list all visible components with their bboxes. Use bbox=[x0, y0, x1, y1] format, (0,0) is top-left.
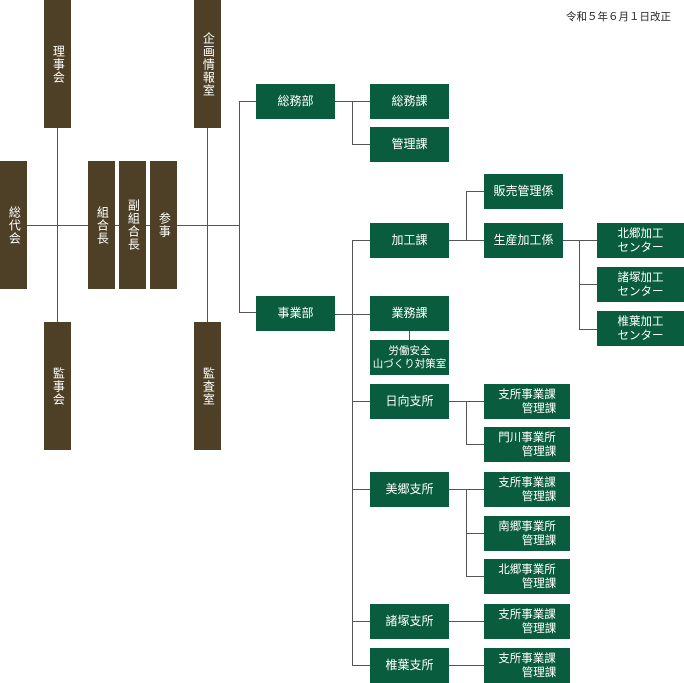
center-line2: センター bbox=[617, 327, 664, 342]
center-line1: 椎葉加工 bbox=[617, 314, 664, 329]
sub-line1: 支所事業課 bbox=[498, 651, 556, 666]
box-kansa: 監査室 bbox=[194, 322, 221, 450]
sub-line1: 門川事業所 bbox=[498, 430, 556, 445]
sub-line1: 北郷事業所 bbox=[498, 562, 556, 577]
center-line2: センター bbox=[617, 283, 664, 298]
sub-line1: 南郷事業所 bbox=[498, 519, 556, 534]
rodo-line1: 労働安全 bbox=[388, 345, 431, 358]
box-kanrika: 管理課 bbox=[370, 127, 449, 162]
sub-line1: 支所事業課 bbox=[498, 607, 556, 622]
sub-line2: 管理課 bbox=[521, 488, 557, 503]
box-hyuga-sub2: 門川事業所 管理課 bbox=[484, 427, 570, 462]
center-line1: 諸塚加工 bbox=[617, 270, 664, 285]
box-morotsuka: 諸塚支所 bbox=[370, 604, 449, 639]
box-morotsuka-sub1: 支所事業課 管理課 bbox=[484, 604, 570, 639]
box-gyomuka: 業務課 bbox=[370, 296, 449, 331]
box-center-hongo: 北郷加工 センター bbox=[597, 223, 684, 258]
box-center-morotsuka: 諸塚加工 センター bbox=[597, 267, 684, 302]
sub-line2: 管理課 bbox=[521, 443, 557, 458]
sub-line2: 管理課 bbox=[521, 400, 557, 415]
revision-date: 令和５年６月１日改正 bbox=[566, 11, 671, 23]
sub-line2: 管理課 bbox=[521, 575, 557, 590]
box-fukukumiaicho: 副組合長 bbox=[119, 161, 146, 289]
box-kikaku: 企画情報室 bbox=[194, 0, 221, 128]
box-misato-sub1: 支所事業課 管理課 bbox=[484, 472, 570, 507]
sub-line2: 管理課 bbox=[521, 532, 557, 547]
box-rodo-anzen: 労働安全 山づくり対策室 bbox=[370, 340, 449, 375]
box-sanji: 参事 bbox=[150, 161, 177, 289]
sub-line2: 管理課 bbox=[521, 620, 557, 635]
sub-line1: 支所事業課 bbox=[498, 475, 556, 490]
box-somubu: 総務部 bbox=[256, 84, 335, 119]
center-line1: 北郷加工 bbox=[617, 226, 664, 241]
box-kumiaicho: 組合長 bbox=[88, 161, 115, 289]
sub-line2: 管理課 bbox=[521, 664, 557, 679]
rodo-line2: 山づくり対策室 bbox=[372, 357, 447, 370]
box-hyuga-sub1: 支所事業課 管理課 bbox=[484, 384, 570, 419]
box-sodaikai: 総代会 bbox=[0, 161, 27, 289]
sub-line1: 支所事業課 bbox=[498, 387, 556, 402]
box-kanjikai: 監事会 bbox=[44, 322, 71, 450]
box-misato-sub2: 南郷事業所 管理課 bbox=[484, 516, 570, 551]
box-kakoka: 加工課 bbox=[370, 223, 449, 258]
box-hanbai: 販売管理係 bbox=[484, 174, 563, 209]
box-rijikai: 理事会 bbox=[44, 0, 71, 128]
box-center-shiiba: 椎葉加工 センター bbox=[597, 311, 684, 346]
connector-lines bbox=[27, 101, 597, 666]
box-hyuga: 日向支所 bbox=[370, 384, 449, 419]
box-shiiba-sub1: 支所事業課 管理課 bbox=[484, 648, 570, 683]
box-misato: 美郷支所 bbox=[370, 472, 449, 507]
center-line2: センター bbox=[617, 239, 664, 254]
box-seisan: 生産加工係 bbox=[484, 223, 563, 258]
box-shiiba: 椎葉支所 bbox=[370, 648, 449, 683]
box-misato-sub3: 北郷事業所 管理課 bbox=[484, 559, 570, 594]
box-jigyobu: 事業部 bbox=[256, 296, 335, 331]
box-somuka: 総務課 bbox=[370, 84, 449, 119]
